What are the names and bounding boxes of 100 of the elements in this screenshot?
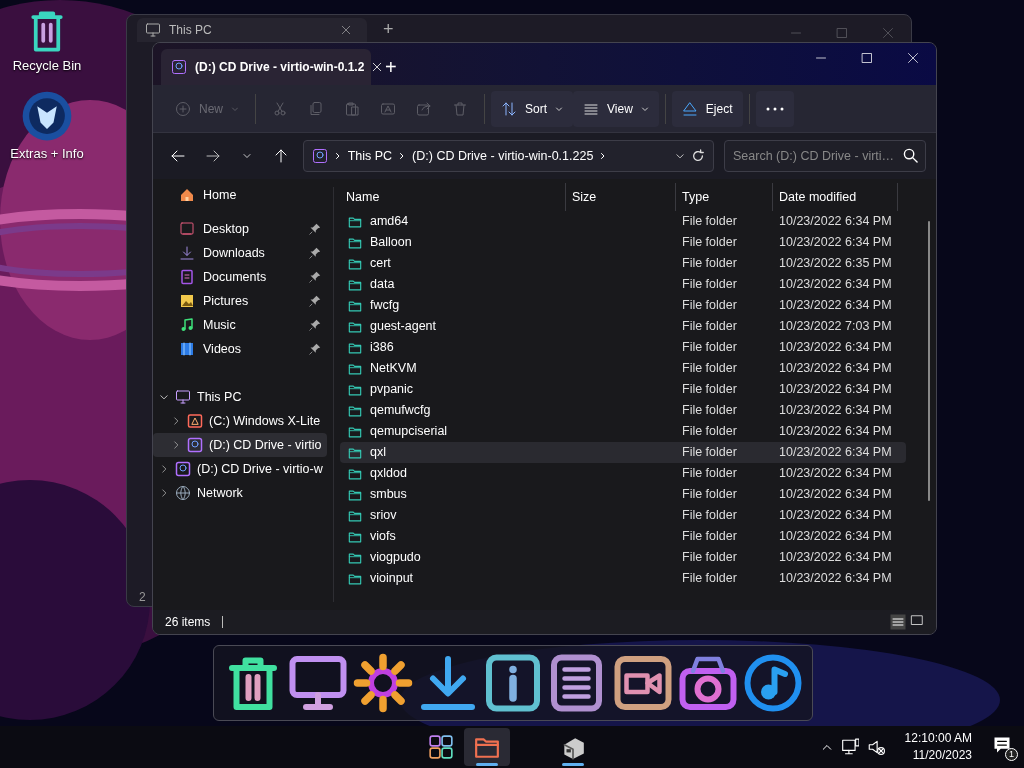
maximize-icon[interactable] bbox=[861, 52, 873, 64]
column-header[interactable]: Date modified bbox=[773, 183, 898, 211]
nav-item[interactable]: Pictures bbox=[153, 289, 327, 313]
new-tab-button[interactable]: + bbox=[383, 18, 394, 40]
chevron-right-icon[interactable] bbox=[159, 464, 169, 474]
tree-item[interactable]: (C:) Windows X-Lite bbox=[153, 409, 327, 433]
desktop-icon-label[interactable]: Extras + Info bbox=[10, 143, 84, 163]
date-modified: 10/23/2022 7:03 PM bbox=[778, 318, 893, 336]
clock[interactable]: 12:10:00 AM 11/20/2023 bbox=[904, 730, 972, 764]
file-row[interactable]: cert File folder 10/23/2022 6:35 PM bbox=[340, 253, 906, 274]
file-row[interactable]: qemufwcfg File folder 10/23/2022 6:34 PM bbox=[340, 400, 906, 421]
info-icon[interactable] bbox=[483, 653, 543, 713]
taskbar-button[interactable] bbox=[464, 728, 510, 766]
file-name: sriov bbox=[370, 507, 397, 525]
nav-item[interactable]: Downloads bbox=[153, 241, 327, 265]
search-field[interactable]: Search (D:) CD Drive - virti… bbox=[724, 140, 926, 172]
file-row[interactable]: sriov File folder 10/23/2022 6:34 PM bbox=[340, 505, 906, 526]
nav-item[interactable]: Videos bbox=[153, 337, 327, 361]
column-header[interactable]: Size bbox=[566, 183, 676, 211]
chevron-right-icon[interactable] bbox=[171, 440, 181, 450]
tree-item[interactable]: Network bbox=[153, 481, 327, 505]
file-row[interactable]: fwcfg File folder 10/23/2022 6:34 PM bbox=[340, 295, 906, 316]
eject-button[interactable]: Eject bbox=[671, 90, 743, 127]
date-modified: 10/23/2022 6:34 PM bbox=[778, 465, 893, 483]
more-button[interactable] bbox=[755, 90, 794, 127]
folder-icon bbox=[348, 550, 362, 565]
orb-icon bbox=[21, 89, 73, 142]
video-camera-icon[interactable] bbox=[613, 653, 673, 713]
file-type: File folder bbox=[681, 213, 738, 231]
sort-button[interactable]: Sort bbox=[491, 90, 574, 127]
details-view-icon[interactable] bbox=[890, 614, 906, 630]
tab[interactable]: This PC bbox=[137, 18, 367, 42]
file-row[interactable]: data File folder 10/23/2022 6:34 PM bbox=[340, 274, 906, 295]
file-row[interactable]: smbus File folder 10/23/2022 6:34 PM bbox=[340, 484, 906, 505]
new-tab-button[interactable]: + bbox=[385, 55, 397, 79]
forward-arrow-icon bbox=[204, 148, 221, 164]
file-row[interactable]: i386 File folder 10/23/2022 6:34 PM bbox=[340, 337, 906, 358]
nav-item[interactable]: Documents bbox=[153, 265, 327, 289]
breadcrumb-link[interactable]: (D:) CD Drive - virtio-win-0.1.225 bbox=[412, 146, 594, 166]
chevron-right-icon[interactable] bbox=[159, 488, 169, 498]
chevron-right-icon[interactable] bbox=[171, 416, 181, 426]
notification-icon[interactable] bbox=[992, 735, 1012, 755]
volume-muted-icon[interactable] bbox=[866, 738, 885, 756]
file-row[interactable]: NetKVM File folder 10/23/2022 6:34 PM bbox=[340, 358, 906, 379]
folder-icon bbox=[348, 340, 362, 355]
file-row[interactable]: qxl File folder 10/23/2022 6:34 PM bbox=[340, 442, 906, 463]
file-name: NetKVM bbox=[370, 360, 417, 378]
rename-icon bbox=[380, 100, 396, 117]
close-icon[interactable] bbox=[372, 62, 383, 72]
tree-item[interactable]: This PC bbox=[153, 385, 327, 409]
network-icon[interactable] bbox=[840, 738, 859, 756]
chevron-down-icon[interactable] bbox=[159, 392, 169, 402]
file-type: File folder bbox=[681, 423, 738, 441]
file-row[interactable]: viogpudo File folder 10/23/2022 6:34 PM bbox=[340, 547, 906, 568]
file-row[interactable]: viofs File folder 10/23/2022 6:34 PM bbox=[340, 526, 906, 547]
column-header[interactable]: Name bbox=[340, 183, 566, 211]
monitor-icon[interactable] bbox=[288, 653, 348, 713]
chevron-down-icon[interactable] bbox=[675, 151, 685, 161]
file-row[interactable]: qxldod File folder 10/23/2022 6:34 PM bbox=[340, 463, 906, 484]
file-row[interactable]: guest-agent File folder 10/23/2022 7:03 PM bbox=[340, 316, 906, 337]
nav-item[interactable]: Desktop bbox=[153, 217, 327, 241]
file-row[interactable]: qemupciserial File folder 10/23/2022 6:34 PM bbox=[340, 421, 906, 442]
disc-drive-icon bbox=[175, 461, 191, 477]
address-bar[interactable]: This PC (D:) CD Drive - virtio-win-0.1.225 bbox=[302, 140, 714, 172]
nav-item[interactable]: Home bbox=[153, 183, 327, 207]
date-modified: 10/23/2022 6:34 PM bbox=[778, 276, 893, 294]
refresh-icon[interactable] bbox=[691, 149, 705, 163]
file-type: File folder bbox=[681, 255, 738, 273]
file-type: File folder bbox=[681, 297, 738, 315]
chevron-right-icon bbox=[333, 151, 342, 161]
view-button[interactable]: View bbox=[573, 90, 659, 127]
nav-item[interactable]: Music bbox=[153, 313, 327, 337]
tree-item[interactable]: (D:) CD Drive - virtio bbox=[153, 433, 327, 457]
globe-icon bbox=[175, 485, 191, 501]
date-modified: 10/23/2022 6:34 PM bbox=[778, 360, 893, 378]
file-row[interactable]: pvpanic File folder 10/23/2022 6:34 PM bbox=[340, 379, 906, 400]
tiles-view-icon[interactable] bbox=[910, 614, 924, 628]
date-modified: 10/23/2022 6:34 PM bbox=[778, 507, 893, 525]
file-name: i386 bbox=[370, 339, 394, 357]
tree-item[interactable]: (D:) CD Drive - virtio-w bbox=[153, 457, 327, 481]
download-icon[interactable] bbox=[418, 653, 478, 713]
breadcrumb-link[interactable]: This PC bbox=[347, 146, 393, 166]
file-type: File folder bbox=[681, 318, 738, 336]
file-row[interactable]: vioinput File folder 10/23/2022 6:34 PM bbox=[340, 568, 906, 587]
file-row[interactable]: amd64 File folder 10/23/2022 6:34 PM bbox=[340, 211, 906, 232]
column-header[interactable]: Type bbox=[676, 183, 773, 211]
caret-icon bbox=[640, 104, 649, 113]
plus-circle-icon bbox=[175, 100, 191, 117]
folder-icon bbox=[348, 361, 362, 376]
folder-icon bbox=[348, 298, 362, 313]
date-modified: 10/23/2022 6:34 PM bbox=[778, 486, 893, 504]
desktop-icon-label[interactable]: Recycle Bin bbox=[12, 56, 82, 76]
scrollbar-thumb[interactable] bbox=[928, 221, 930, 501]
gear-icon[interactable] bbox=[353, 653, 413, 713]
date-modified: 10/23/2022 6:34 PM bbox=[778, 234, 893, 252]
file-row[interactable]: Balloon File folder 10/23/2022 6:34 PM bbox=[340, 232, 906, 253]
date-modified: 10/23/2022 6:34 PM bbox=[778, 297, 893, 315]
file-type: File folder bbox=[681, 339, 738, 357]
monitor-icon bbox=[175, 389, 191, 405]
music-note-icon[interactable] bbox=[743, 653, 803, 713]
